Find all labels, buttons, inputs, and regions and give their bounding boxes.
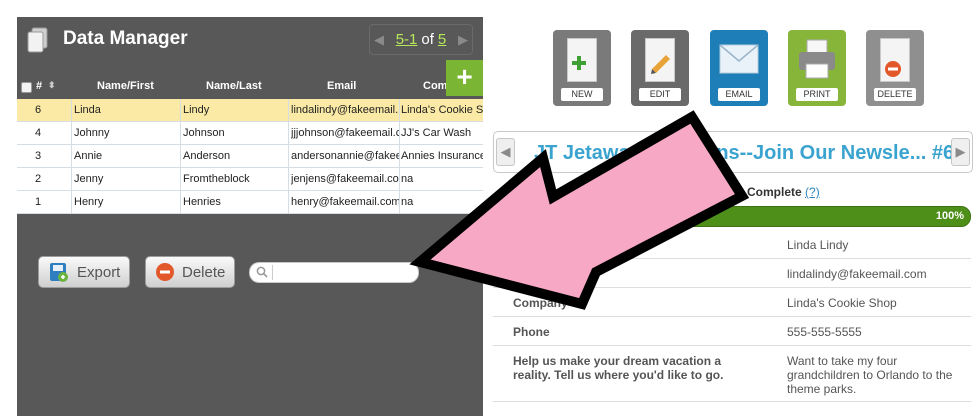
screen: Data Manager ◀ 5-1 of 5 ▶ # ⬍ Name/First… xyxy=(0,0,979,416)
annotation-arrow-icon xyxy=(409,110,750,310)
